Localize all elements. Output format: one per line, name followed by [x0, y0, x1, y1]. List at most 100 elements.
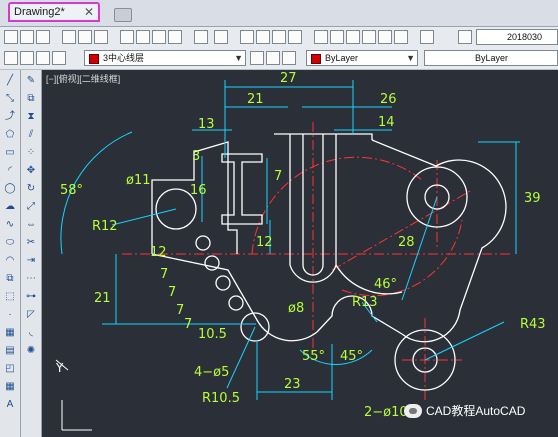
chevron-down-icon: ▼ — [406, 53, 415, 63]
dim-45deg: 45° — [340, 349, 363, 364]
paste-icon[interactable] — [152, 30, 166, 44]
dim-r12: R12 — [92, 219, 118, 234]
help-icon[interactable] — [420, 30, 434, 44]
standard-toolbar: 2018030 — [0, 27, 558, 49]
redo-icon[interactable] — [214, 30, 228, 44]
layer-manager-icon[interactable] — [4, 51, 18, 65]
line-icon[interactable]: ╱ — [3, 74, 17, 88]
color-dropdown-value: ByLayer — [325, 53, 359, 63]
dim-7: 7 — [274, 169, 282, 184]
undo-icon[interactable] — [194, 30, 208, 44]
save-icon[interactable] — [36, 30, 50, 44]
ellipse-arc-icon[interactable]: ◠ — [3, 254, 17, 268]
publish-icon[interactable] — [94, 30, 108, 44]
multiline-text-icon[interactable]: A — [3, 398, 17, 412]
make-block-icon[interactable]: ⬚ — [3, 290, 17, 304]
mirror-icon[interactable]: ⧗ — [24, 110, 38, 124]
date-field[interactable]: 2018030 — [476, 29, 558, 45]
zoom-window-icon[interactable] — [272, 30, 286, 44]
color-dropdown[interactable]: ByLayer ▼ — [306, 50, 418, 66]
modify-toolbar: ✎ ⧉ ⧗ ⫽ ⁘ ✥ ↻ ⤢ ⇔ ✂ ⇥ ⋯ ⊶ ◸ ◟ ✺ — [21, 70, 42, 437]
polyline-icon[interactable]: ⤴ — [3, 110, 17, 124]
close-tab-icon[interactable]: ✕ — [84, 5, 94, 19]
revcloud-icon[interactable]: ☁ — [3, 200, 17, 214]
drawing-area[interactable]: [−][俯视][二维线框] 27 21 26 13 14 3 16 7 39 1… — [42, 70, 558, 437]
watermark-text: CAD教程AutoCAD — [426, 404, 526, 418]
spline-icon[interactable]: ∿ — [3, 218, 17, 232]
region-icon[interactable]: ◰ — [3, 362, 17, 376]
dim-7-b: 7 — [168, 285, 176, 300]
layer-dropdown[interactable]: 3中心线层 ▼ — [84, 50, 246, 66]
new-tab-button[interactable] — [114, 8, 132, 22]
dim-dia11: ø11 — [126, 173, 151, 188]
scale-icon[interactable]: ⤢ — [24, 200, 38, 214]
watermark: CAD教程AutoCAD — [404, 402, 525, 419]
stretch-icon[interactable]: ⇔ — [24, 218, 38, 232]
circle-icon[interactable]: ◯ — [3, 182, 17, 196]
copy-object-icon[interactable]: ⧉ — [24, 92, 38, 106]
extend-icon[interactable]: ⇥ — [24, 254, 38, 268]
text-style-icon[interactable] — [458, 30, 472, 44]
break-icon[interactable]: ⋯ — [24, 272, 38, 286]
dim-4-dia5: 4−ø5 — [194, 365, 229, 380]
layer-previous-icon[interactable] — [266, 51, 280, 65]
lock-icon[interactable] — [52, 51, 66, 65]
point-icon[interactable]: · — [3, 308, 17, 322]
layer-state-icon[interactable] — [282, 51, 296, 65]
lightbulb-icon[interactable] — [20, 51, 34, 65]
table-icon[interactable]: ▦ — [3, 380, 17, 394]
trim-icon[interactable]: ✂ — [24, 236, 38, 250]
drawing-tab-label: Drawing2* — [14, 6, 65, 18]
preview-icon[interactable] — [78, 30, 92, 44]
cut-icon[interactable] — [120, 30, 134, 44]
design-center-icon[interactable] — [330, 30, 344, 44]
linetype-dropdown[interactable]: ByLayer — [424, 50, 558, 66]
gradient-icon[interactable]: ▤ — [3, 344, 17, 358]
insert-block-icon[interactable]: ⧉ — [3, 272, 17, 286]
tool-palettes-icon[interactable] — [346, 30, 360, 44]
dim-21-vertical: 21 — [94, 291, 111, 306]
array-icon[interactable]: ⁘ — [24, 146, 38, 160]
erase-icon[interactable]: ✎ — [24, 74, 38, 88]
pan-icon[interactable] — [240, 30, 254, 44]
rectangle-icon[interactable]: ▭ — [3, 146, 17, 160]
new-file-icon[interactable] — [4, 30, 18, 44]
hatch-icon[interactable]: ▦ — [3, 326, 17, 340]
drawing-svg: 27 21 26 13 14 3 16 7 39 12 21 ø11 R12 5… — [55, 71, 546, 431]
polygon-icon[interactable]: ⬠ — [3, 128, 17, 142]
sheet-set-icon[interactable] — [362, 30, 376, 44]
rotate-icon[interactable]: ↻ — [24, 182, 38, 196]
open-file-icon[interactable] — [20, 30, 34, 44]
print-icon[interactable] — [62, 30, 76, 44]
part-geometry — [151, 133, 507, 391]
sun-icon[interactable] — [36, 51, 50, 65]
match-properties-icon[interactable] — [168, 30, 182, 44]
construction-line-icon[interactable]: ⤡ — [3, 92, 17, 106]
dim-12-slanted: 12 — [150, 245, 167, 260]
dim-10-5: 10.5 — [198, 327, 227, 342]
arc-icon[interactable]: ◜ — [3, 164, 17, 178]
drawing-tab[interactable]: Drawing2* ✕ — [8, 2, 100, 22]
join-icon[interactable]: ⊶ — [24, 290, 38, 304]
dim-3: 3 — [192, 149, 200, 164]
markup-icon[interactable] — [378, 30, 392, 44]
layers-toolbar: 3中心线层 ▼ ByLayer ▼ ByLayer — [0, 48, 558, 70]
ucs-icon: Y — [55, 359, 92, 431]
quickcalc-icon[interactable] — [394, 30, 408, 44]
ellipse-icon[interactable]: ⬭ — [3, 236, 17, 250]
linetype-dropdown-value: ByLayer — [475, 53, 509, 63]
dim-dia8: ø8 — [288, 301, 304, 316]
properties-icon[interactable] — [314, 30, 328, 44]
explode-icon[interactable]: ✺ — [24, 344, 38, 358]
offset-icon[interactable]: ⫽ — [24, 128, 38, 142]
layer-dropdown-value: 3中心线层 — [103, 53, 145, 63]
dim-r10-5: R10.5 — [202, 391, 240, 406]
dim-7-d: 7 — [184, 317, 192, 332]
zoom-realtime-icon[interactable] — [256, 30, 270, 44]
chamfer-icon[interactable]: ◸ — [24, 308, 38, 322]
copy-icon[interactable] — [136, 30, 150, 44]
fillet-icon[interactable]: ◟ — [24, 326, 38, 340]
zoom-previous-icon[interactable] — [288, 30, 302, 44]
make-current-icon[interactable] — [250, 51, 264, 65]
move-icon[interactable]: ✥ — [24, 164, 38, 178]
